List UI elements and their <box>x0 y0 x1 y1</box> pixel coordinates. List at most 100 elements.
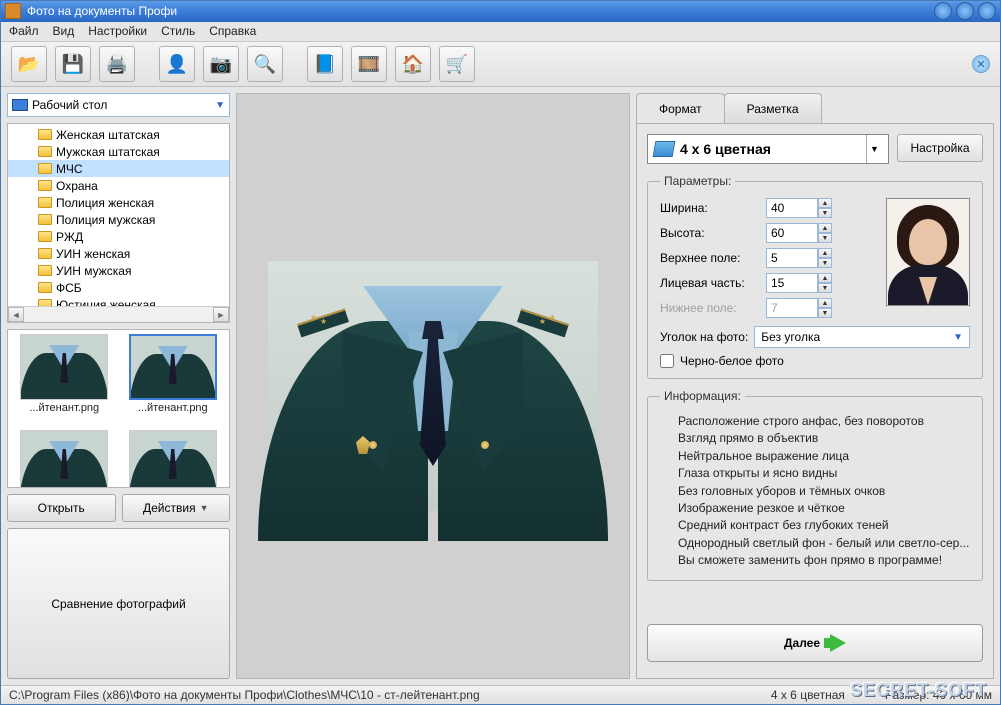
menu-settings[interactable]: Настройки <box>88 24 147 38</box>
height-input[interactable] <box>766 223 818 243</box>
width-label: Ширина: <box>660 201 760 215</box>
tree-hscrollbar[interactable]: ◄ ► <box>8 306 229 322</box>
face-stepper[interactable]: ▲▼ <box>766 273 832 293</box>
folder-row[interactable]: Юстиция женская <box>8 296 229 306</box>
topmargin-stepper[interactable]: ▲▼ <box>766 248 832 268</box>
folder-row[interactable]: Полиция мужская <box>8 211 229 228</box>
folder-label: Юстиция женская <box>56 298 156 307</box>
info-item: Расположение строго анфас, без поворотов <box>678 413 970 430</box>
info-item: Средний контраст без глубоких теней <box>678 517 970 534</box>
actions-button[interactable]: Действия▼ <box>122 494 231 522</box>
scroll-right-icon[interactable]: ► <box>213 307 229 322</box>
topmargin-label: Верхнее поле: <box>660 251 760 265</box>
person-search-icon[interactable]: 👤 <box>159 46 195 82</box>
face-label: Лицевая часть: <box>660 276 760 290</box>
folder-row[interactable]: РЖД <box>8 228 229 245</box>
folder-label: МЧС <box>56 162 83 176</box>
cart-icon[interactable]: 🛒 <box>439 46 475 82</box>
info-item: Нейтральное выражение лица <box>678 448 970 465</box>
location-combo[interactable]: Рабочий стол ▼ <box>7 93 230 117</box>
tab-format[interactable]: Формат <box>636 93 725 123</box>
bw-label: Черно-белое фото <box>680 354 784 368</box>
thumbnail-label: ...йтенант.png <box>138 402 208 414</box>
folder-icon <box>38 299 52 306</box>
bottom-input <box>766 298 818 318</box>
menu-file[interactable]: Файл <box>9 24 39 38</box>
status-format: 4 x 6 цветная <box>771 688 845 702</box>
format-value: 4 x 6 цветная <box>680 141 771 157</box>
home-icon[interactable]: 🏠 <box>395 46 431 82</box>
thumbnail-grid: ...йтенант.png ...йтенант.png ... капитан.… <box>7 329 230 488</box>
close-button[interactable] <box>978 2 996 20</box>
folder-icon <box>38 197 52 208</box>
minimize-button[interactable] <box>934 2 952 20</box>
info-item: Вы сможете заменить фон прямо в программ… <box>678 552 970 569</box>
status-path: C:\Program Files (x86)\Фото на документы… <box>9 688 731 702</box>
camera-icon[interactable]: 📷 <box>203 46 239 82</box>
menu-style[interactable]: Стиль <box>161 24 195 38</box>
folder-row[interactable]: Полиция женская <box>8 194 229 211</box>
corner-label: Уголок на фото: <box>660 330 748 344</box>
corner-combo[interactable]: Без уголка ▼ <box>754 326 970 348</box>
topmargin-input[interactable] <box>766 248 818 268</box>
width-input[interactable] <box>766 198 818 218</box>
format-combo[interactable]: 4 x 6 цветная ▼ <box>647 134 889 164</box>
folder-label: Мужская штатская <box>56 145 160 159</box>
format-settings-button[interactable]: Настройка <box>897 134 983 162</box>
folder-icon <box>38 282 52 293</box>
width-stepper[interactable]: ▲▼ <box>766 198 832 218</box>
folder-row[interactable]: УИН мужская <box>8 262 229 279</box>
body: Рабочий стол ▼ Женская штатская Мужская ш… <box>1 87 1000 685</box>
folder-row[interactable]: Женская штатская <box>8 126 229 143</box>
zoom-icon[interactable]: 🔍 <box>247 46 283 82</box>
folder-icon <box>38 231 52 242</box>
thumbnail-label: ...йтенант.png <box>29 402 99 414</box>
next-button[interactable]: Далее <box>647 624 983 662</box>
folder-tree: Женская штатская Мужская штатская МЧСОхран… <box>7 123 230 323</box>
thumbnail[interactable]: ...йтенант.png <box>12 334 117 426</box>
location-label: Рабочий стол <box>32 98 107 112</box>
open-button[interactable]: Открыть <box>7 494 116 522</box>
watermark: SECRET-SOFT <box>850 680 987 701</box>
info-item: Взгляд прямо в объектив <box>678 430 970 447</box>
open-folder-icon[interactable]: 📂 <box>11 46 47 82</box>
folder-label: Полиция мужская <box>56 213 155 227</box>
thumbnail[interactable]: ... капитан.png <box>12 430 117 488</box>
menu-view[interactable]: Вид <box>53 24 75 38</box>
folder-row[interactable]: Мужская штатская <box>8 143 229 160</box>
info-item: Без головных уборов и тёмных очков <box>678 483 970 500</box>
height-stepper[interactable]: ▲▼ <box>766 223 832 243</box>
tabs: Формат Разметка <box>636 93 994 123</box>
tab-layout[interactable]: Разметка <box>724 93 822 123</box>
preview-image: ★ ★ ★ ★ <box>268 261 598 511</box>
folder-icon <box>38 146 52 157</box>
arrow-right-icon <box>830 634 846 652</box>
maximize-button[interactable] <box>956 2 974 20</box>
scroll-left-icon[interactable]: ◄ <box>8 307 24 322</box>
app-window: Фото на документы Профи Файл Вид Настрой… <box>0 0 1001 705</box>
thumbnail[interactable]: ...йтенант.png <box>121 334 226 426</box>
preview-area: ★ ★ ★ ★ <box>236 93 630 679</box>
folder-row[interactable]: МЧС <box>8 160 229 177</box>
folder-icon <box>38 248 52 259</box>
video-icon[interactable]: 🎞️ <box>351 46 387 82</box>
bw-checkbox[interactable] <box>660 354 674 368</box>
compare-button[interactable]: Сравнение фотографий <box>7 528 230 679</box>
folder-label: УИН женская <box>56 247 130 261</box>
print-icon[interactable]: 🖨️ <box>99 46 135 82</box>
bottom-stepper: ▲▼ <box>766 298 832 318</box>
folder-icon <box>38 129 52 140</box>
menu-help[interactable]: Справка <box>209 24 256 38</box>
face-input[interactable] <box>766 273 818 293</box>
chevron-down-icon: ▼ <box>953 332 963 343</box>
save-icon[interactable]: 💾 <box>55 46 91 82</box>
folder-row[interactable]: УИН женская <box>8 245 229 262</box>
help-icon[interactable]: 📘 <box>307 46 343 82</box>
folder-row[interactable]: Охрана <box>8 177 229 194</box>
thumbnail[interactable]: 12 - майор.png <box>121 430 226 488</box>
hint-close-icon[interactable]: ✕ <box>972 55 990 73</box>
folder-icon <box>38 163 52 174</box>
folder-label: УИН мужская <box>56 264 131 278</box>
folder-row[interactable]: ФСБ <box>8 279 229 296</box>
photo-format-icon <box>653 141 676 157</box>
